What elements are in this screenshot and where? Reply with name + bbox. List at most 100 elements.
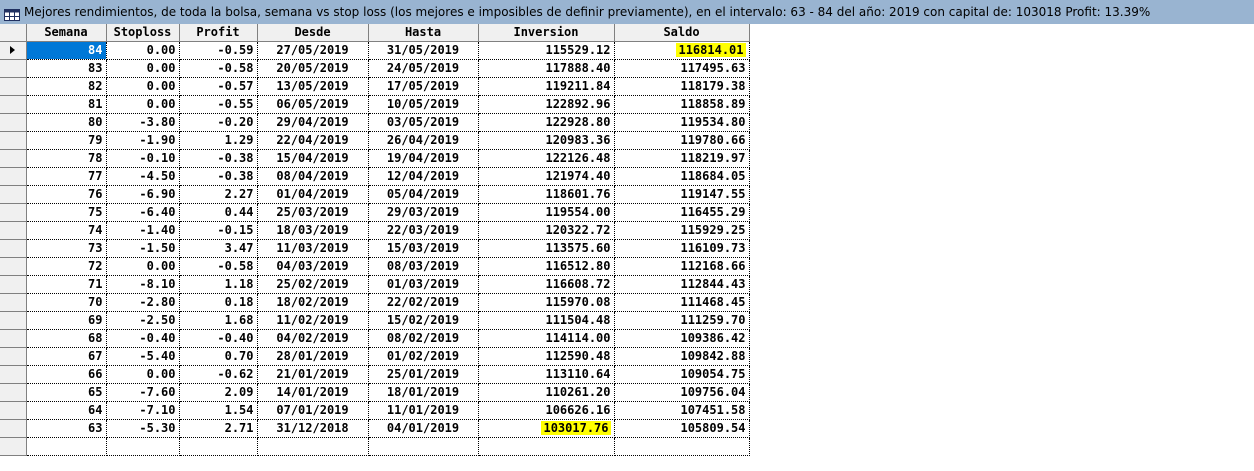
cell-profit[interactable]: -0.59 bbox=[179, 41, 258, 60]
cell-stoploss[interactable]: -1.40 bbox=[106, 221, 180, 240]
cell-inversion[interactable]: 116512.80 bbox=[478, 257, 615, 276]
cell-semana[interactable]: 77 bbox=[26, 167, 107, 186]
column-header-profit[interactable]: Profit bbox=[179, 24, 258, 42]
cell-desde[interactable]: 06/05/2019 bbox=[257, 95, 369, 114]
cell-profit[interactable]: -0.15 bbox=[179, 221, 258, 240]
cell-inversion[interactable]: 115970.08 bbox=[478, 293, 615, 312]
cell-inversion[interactable]: 119554.00 bbox=[478, 203, 615, 222]
cell-inversion[interactable]: 117888.40 bbox=[478, 59, 615, 78]
cell-profit[interactable]: 1.18 bbox=[179, 275, 258, 294]
cell-stoploss[interactable]: -0.10 bbox=[106, 149, 180, 168]
cell-inversion[interactable]: 120983.36 bbox=[478, 131, 615, 150]
cell-profit[interactable]: 1.29 bbox=[179, 131, 258, 150]
cell-hasta[interactable]: 22/03/2019 bbox=[368, 221, 479, 240]
cell-semana[interactable]: 82 bbox=[26, 77, 107, 96]
cell-profit[interactable]: 2.27 bbox=[179, 185, 258, 204]
cell-hasta[interactable]: 26/04/2019 bbox=[368, 131, 479, 150]
row-indicator[interactable] bbox=[0, 311, 27, 330]
cell-profit[interactable]: -0.55 bbox=[179, 95, 258, 114]
cell-hasta[interactable]: 01/03/2019 bbox=[368, 275, 479, 294]
row-indicator[interactable] bbox=[0, 401, 27, 420]
cell-inversion[interactable]: 111504.48 bbox=[478, 311, 615, 330]
cell-desde[interactable]: 25/03/2019 bbox=[257, 203, 369, 222]
table-row[interactable]: 72 0.00 -0.58 04/03/2019 08/03/2019 116512.80… bbox=[0, 257, 750, 276]
cell-saldo[interactable]: 117495.63 bbox=[614, 59, 750, 78]
cell-inversion[interactable]: 115529.12 bbox=[478, 41, 615, 60]
cell-inversion[interactable]: 114114.00 bbox=[478, 329, 615, 348]
cell-saldo[interactable] bbox=[614, 437, 750, 456]
table-row[interactable]: 63 -5.30 2.71 31/12/2018 04/01/2019 103017.76… bbox=[0, 419, 750, 438]
cell-hasta[interactable]: 05/04/2019 bbox=[368, 185, 479, 204]
cell-stoploss[interactable]: -2.50 bbox=[106, 311, 180, 330]
cell-inversion[interactable]: 113110.64 bbox=[478, 365, 615, 384]
window-titlebar[interactable]: Mejores rendimientos, de toda la bolsa, … bbox=[0, 0, 1254, 24]
cell-stoploss[interactable]: 0.00 bbox=[106, 257, 180, 276]
row-indicator[interactable] bbox=[0, 329, 27, 348]
table-row[interactable]: 83 0.00 -0.58 20/05/2019 24/05/2019 117888.40… bbox=[0, 59, 750, 78]
cell-saldo[interactable]: 109756.04 bbox=[614, 383, 750, 402]
table-row[interactable] bbox=[0, 437, 750, 456]
cell-profit[interactable]: 0.70 bbox=[179, 347, 258, 366]
cell-stoploss[interactable]: -3.80 bbox=[106, 113, 180, 132]
table-row[interactable]: 69 -2.50 1.68 11/02/2019 15/02/2019 111504.48… bbox=[0, 311, 750, 330]
column-header-desde[interactable]: Desde bbox=[257, 24, 369, 42]
cell-saldo[interactable]: 118219.97 bbox=[614, 149, 750, 168]
table-row[interactable]: 68 -0.40 -0.40 04/02/2019 08/02/2019 114114.0… bbox=[0, 329, 750, 348]
cell-profit[interactable]: -0.20 bbox=[179, 113, 258, 132]
row-indicator[interactable] bbox=[0, 95, 27, 114]
cell-semana[interactable]: 79 bbox=[26, 131, 107, 150]
row-indicator[interactable] bbox=[0, 257, 27, 276]
cell-desde[interactable]: 18/03/2019 bbox=[257, 221, 369, 240]
table-row[interactable]: 77 -4.50 -0.38 08/04/2019 12/04/2019 121974.4… bbox=[0, 167, 750, 186]
cell-desde[interactable]: 21/01/2019 bbox=[257, 365, 369, 384]
cell-inversion[interactable]: 113575.60 bbox=[478, 239, 615, 258]
column-header-inversion[interactable]: Inversion bbox=[478, 24, 615, 42]
cell-profit[interactable]: -0.38 bbox=[179, 167, 258, 186]
row-indicator[interactable] bbox=[0, 41, 27, 60]
cell-inversion[interactable]: 122928.80 bbox=[478, 113, 615, 132]
row-indicator[interactable] bbox=[0, 59, 27, 78]
cell-semana[interactable]: 76 bbox=[26, 185, 107, 204]
column-header-semana[interactable]: Semana bbox=[26, 24, 107, 42]
cell-desde[interactable]: 20/05/2019 bbox=[257, 59, 369, 78]
cell-hasta[interactable]: 25/01/2019 bbox=[368, 365, 479, 384]
cell-saldo[interactable]: 118858.89 bbox=[614, 95, 750, 114]
cell-desde[interactable]: 15/04/2019 bbox=[257, 149, 369, 168]
cell-inversion[interactable]: 116608.72 bbox=[478, 275, 615, 294]
cell-desde[interactable]: 18/02/2019 bbox=[257, 293, 369, 312]
cell-semana[interactable]: 74 bbox=[26, 221, 107, 240]
row-indicator[interactable] bbox=[0, 437, 27, 456]
cell-hasta[interactable]: 15/02/2019 bbox=[368, 311, 479, 330]
cell-saldo[interactable]: 116455.29 bbox=[614, 203, 750, 222]
cell-stoploss[interactable]: -1.50 bbox=[106, 239, 180, 258]
cell-desde[interactable]: 11/03/2019 bbox=[257, 239, 369, 258]
cell-stoploss[interactable]: -6.40 bbox=[106, 203, 180, 222]
cell-stoploss[interactable]: 0.00 bbox=[106, 77, 180, 96]
cell-semana[interactable]: 83 bbox=[26, 59, 107, 78]
cell-stoploss[interactable]: -5.40 bbox=[106, 347, 180, 366]
row-indicator[interactable] bbox=[0, 185, 27, 204]
row-indicator[interactable] bbox=[0, 275, 27, 294]
cell-profit[interactable] bbox=[179, 437, 258, 456]
cell-stoploss[interactable]: 0.00 bbox=[106, 41, 180, 60]
cell-stoploss[interactable]: -4.50 bbox=[106, 167, 180, 186]
table-row[interactable]: 74 -1.40 -0.15 18/03/2019 22/03/2019 120322.7… bbox=[0, 221, 750, 240]
cell-stoploss[interactable] bbox=[106, 437, 180, 456]
row-indicator[interactable] bbox=[0, 293, 27, 312]
table-row[interactable]: 73 -1.50 3.47 11/03/2019 15/03/2019 113575.60… bbox=[0, 239, 750, 258]
cell-semana[interactable]: 84 bbox=[26, 41, 107, 60]
cell-semana[interactable]: 69 bbox=[26, 311, 107, 330]
cell-profit[interactable]: 0.18 bbox=[179, 293, 258, 312]
cell-profit[interactable]: -0.62 bbox=[179, 365, 258, 384]
cell-hasta[interactable]: 11/01/2019 bbox=[368, 401, 479, 420]
cell-saldo[interactable]: 118684.05 bbox=[614, 167, 750, 186]
cell-desde[interactable]: 04/03/2019 bbox=[257, 257, 369, 276]
table-row[interactable]: 78 -0.10 -0.38 15/04/2019 19/04/2019 122126.4… bbox=[0, 149, 750, 168]
cell-profit[interactable]: 2.09 bbox=[179, 383, 258, 402]
cell-semana[interactable]: 71 bbox=[26, 275, 107, 294]
cell-stoploss[interactable]: -8.10 bbox=[106, 275, 180, 294]
cell-desde[interactable]: 04/02/2019 bbox=[257, 329, 369, 348]
cell-desde[interactable]: 28/01/2019 bbox=[257, 347, 369, 366]
cell-stoploss[interactable]: -0.40 bbox=[106, 329, 180, 348]
cell-hasta[interactable]: 22/02/2019 bbox=[368, 293, 479, 312]
